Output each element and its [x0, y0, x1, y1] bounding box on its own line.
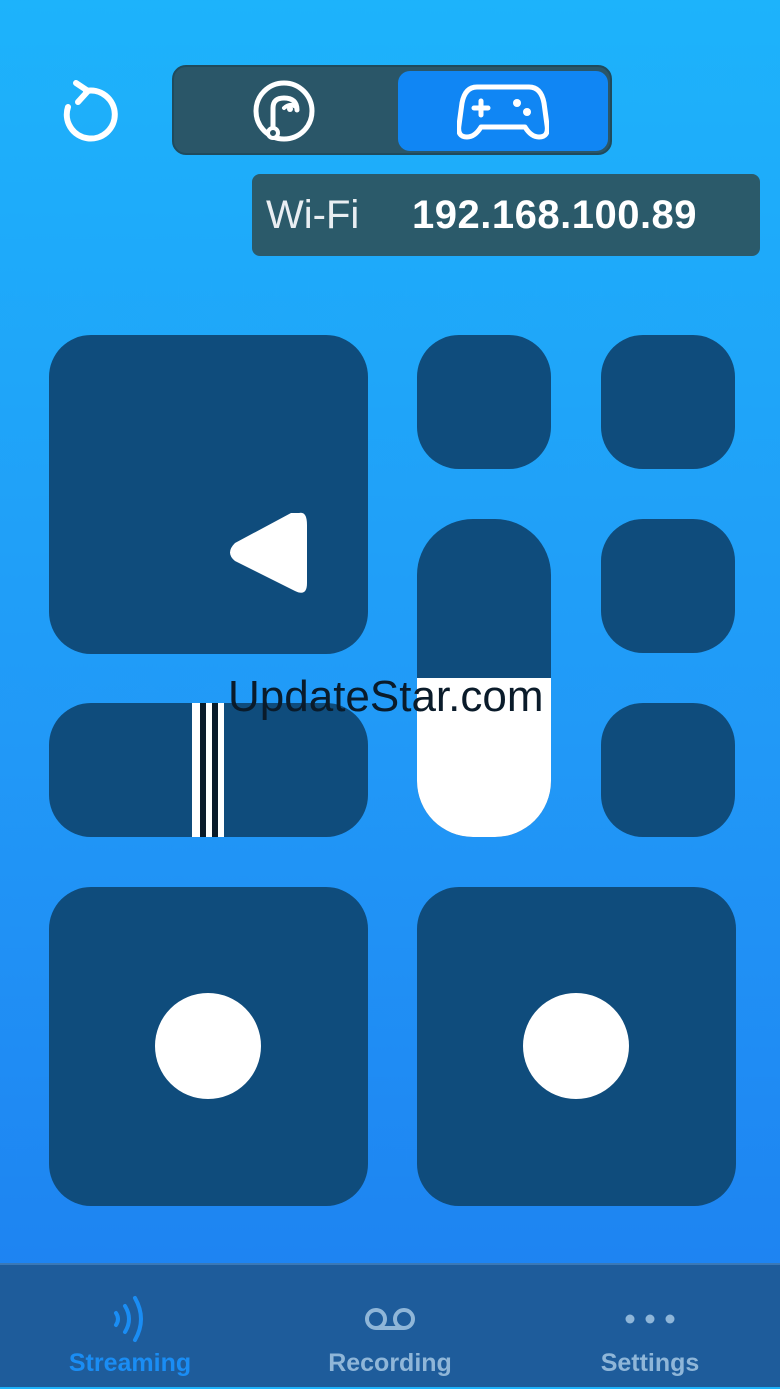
- touchpad-icon: [253, 80, 315, 142]
- button-b[interactable]: [601, 335, 735, 469]
- refresh-icon: [63, 80, 118, 142]
- mode-gamepad-button[interactable]: [398, 71, 608, 151]
- right-joystick[interactable]: [417, 887, 736, 1206]
- slider-handle[interactable]: [192, 703, 224, 837]
- button-a[interactable]: [417, 335, 551, 469]
- tab-settings-label: Settings: [600, 1349, 700, 1377]
- connection-info: Wi-Fi 192.168.100.89: [252, 174, 760, 256]
- play-left-icon: [230, 512, 307, 593]
- slider-pad[interactable]: [49, 703, 368, 837]
- connection-type-label: Wi-Fi: [266, 192, 360, 237]
- left-joystick-knob[interactable]: [155, 993, 261, 1099]
- button-c[interactable]: [601, 519, 735, 653]
- left-joystick[interactable]: [49, 887, 368, 1206]
- voicemail-icon: [365, 1308, 415, 1330]
- tab-recording-label: Recording: [328, 1349, 452, 1377]
- gamepad-icon: [457, 84, 549, 140]
- tab-streaming-label: Streaming: [68, 1349, 192, 1377]
- mode-selector: [172, 65, 612, 155]
- ip-address: 192.168.100.89: [412, 192, 698, 237]
- streaming-icon: [114, 1296, 143, 1342]
- touch-pad[interactable]: [49, 335, 368, 654]
- tab-streaming[interactable]: Streaming: [0, 1265, 260, 1389]
- button-d[interactable]: [601, 703, 735, 837]
- watermark: UpdateStar.com: [228, 672, 544, 721]
- tab-recording[interactable]: Recording: [260, 1265, 520, 1389]
- more-icon: [625, 1314, 675, 1324]
- refresh-button[interactable]: [50, 74, 122, 150]
- tab-settings[interactable]: Settings: [520, 1265, 780, 1389]
- tab-bar: Streaming Recording Settings: [0, 1263, 780, 1387]
- mode-touchpad-button[interactable]: [178, 71, 390, 151]
- right-joystick-knob[interactable]: [523, 993, 629, 1099]
